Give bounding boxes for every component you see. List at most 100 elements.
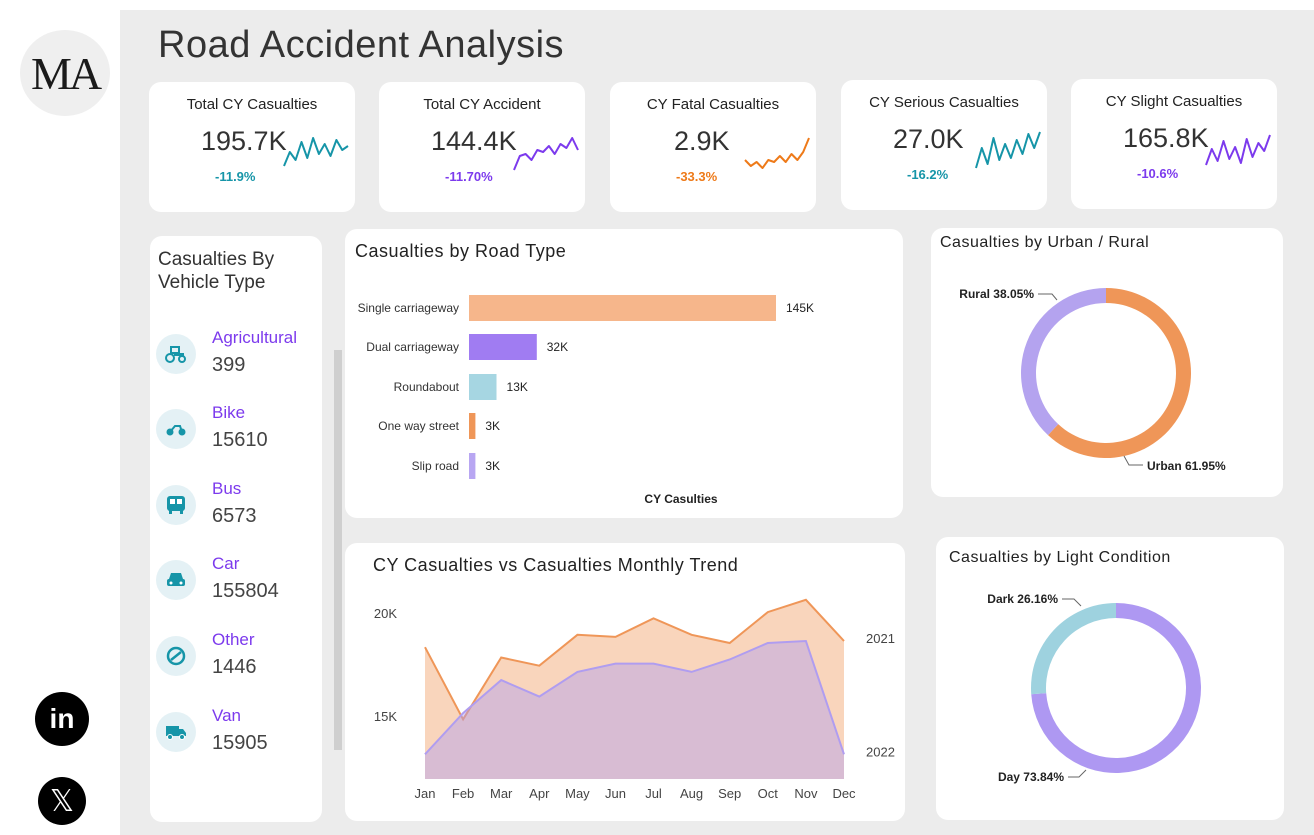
- kpi-sparkline: [744, 137, 810, 169]
- sparkline-line: [1205, 134, 1271, 166]
- vehicle-value: 15610: [212, 429, 268, 451]
- vehicle-list-item: Other 1446: [156, 630, 316, 690]
- kpi-sparkline: [513, 137, 579, 171]
- x-tick-label: Apr: [529, 786, 550, 801]
- bar-data-label: 13K: [507, 380, 528, 394]
- light-condition-card: Casualties by Light Condition Day 73.84%…: [936, 537, 1284, 820]
- bar[interactable]: [469, 334, 537, 360]
- vehicle-list-item: Bus 6573: [156, 479, 316, 539]
- x-tick-label: Oct: [758, 786, 779, 801]
- leader-line: [1068, 769, 1087, 778]
- road-type-chart: Single carriageway 145K Dual carriageway 32…: [358, 295, 814, 506]
- vehicle-type-card: Casualties By Vehicle Type Agricultural 3…: [150, 236, 322, 822]
- x-tick-label: May: [565, 786, 590, 801]
- bar-category-label: Single carriageway: [358, 301, 459, 315]
- bar-data-label: 3K: [485, 459, 500, 473]
- kpi-value: 144.4K: [431, 126, 517, 156]
- series-end-label: 2022: [866, 744, 895, 759]
- x-tick-label: Sep: [718, 786, 741, 801]
- monthly-trend-chart: 2021 2022 15K 20K Jan Feb Mar Apr May Jun Jul Aug Se…: [374, 598, 895, 801]
- bar-category-label: Roundabout: [394, 380, 460, 394]
- kpi-label: CY Fatal Casualties: [646, 96, 780, 113]
- tractor-icon: [156, 334, 196, 374]
- bar[interactable]: [469, 413, 476, 439]
- bar-data-label: 32K: [547, 340, 568, 354]
- vehicle-list-item: Car 155804: [156, 554, 316, 614]
- kpi-card: Total CY Accident 144.4K -11.70%: [379, 82, 585, 212]
- sidebar: MA in 𝕏: [0, 0, 120, 835]
- light-condition-chart: Day 73.84% Dark 26.16%: [987, 592, 1201, 784]
- urban-rural-card: Casualties by Urban / Rural Urban 61.95%…: [931, 228, 1283, 497]
- kpi-sparkline: [975, 131, 1041, 169]
- road-type-card: Casualties by Road Type Single carriagew…: [345, 229, 903, 518]
- y-tick-label: 15K: [374, 709, 397, 724]
- kpi-sparkline: [1205, 134, 1271, 166]
- kpi-label: Total CY Accident: [423, 96, 541, 113]
- kpi-label: CY Serious Casualties: [869, 94, 1019, 111]
- kpi-label: Total CY Casualties: [186, 96, 318, 113]
- leader-line: [1062, 598, 1082, 607]
- kpi-change: -33.3%: [676, 169, 718, 184]
- vehicle-list-item: Agricultural 399: [156, 328, 316, 388]
- bar[interactable]: [469, 453, 476, 479]
- vehicle-value: 1446: [212, 656, 257, 678]
- x-tick-label: Feb: [452, 786, 474, 801]
- kpi-change: -16.2%: [907, 167, 949, 182]
- vehicle-name: Van: [212, 706, 241, 725]
- x-tick-label: Jul: [645, 786, 662, 801]
- bike-icon: [156, 409, 196, 449]
- bar-data-label: 145K: [786, 301, 814, 315]
- kpi-sparkline: [283, 137, 349, 167]
- kpi-label: CY Slight Casualties: [1105, 93, 1243, 110]
- x-twitter-icon[interactable]: 𝕏: [38, 777, 86, 825]
- kpi-value: 2.9K: [674, 126, 730, 156]
- x-tick-label: Jun: [605, 786, 626, 801]
- y-tick-label: 20K: [374, 606, 397, 621]
- slice-data-label: Dark 26.16%: [987, 592, 1058, 606]
- bar[interactable]: [469, 374, 497, 400]
- vehicle-value: 155804: [212, 580, 279, 602]
- x-tick-label: Jan: [415, 786, 436, 801]
- vehicle-scrollbar[interactable]: [334, 350, 342, 750]
- vehicle-name: Car: [212, 554, 240, 573]
- vehicle-value: 15905: [212, 732, 268, 754]
- sparkline-line: [744, 137, 810, 169]
- vehicle-name: Other: [212, 630, 255, 649]
- bar-category-label: Slip road: [412, 459, 459, 473]
- vehicle-name: Agricultural: [212, 328, 298, 347]
- vehicle-list-item: Bike 15610: [156, 403, 316, 463]
- donut-slice[interactable]: [1048, 288, 1191, 458]
- kpi-card: Total CY Casualties 195.7K -11.9%: [149, 82, 355, 212]
- vehicle-value: 399: [212, 354, 246, 376]
- kpi-value: 195.7K: [201, 126, 287, 156]
- logo: MA: [20, 30, 110, 116]
- x-axis-label: CY Casulties: [644, 492, 717, 506]
- x-tick-label: Dec: [832, 786, 856, 801]
- x-tick-label: Mar: [490, 786, 513, 801]
- sparkline-line: [975, 131, 1041, 169]
- vehicle-name: Bike: [212, 403, 246, 422]
- urban-rural-chart: Urban 61.95% Rural 38.05%: [959, 287, 1226, 473]
- leader-line: [1038, 293, 1058, 301]
- x-tick-label: Nov: [794, 786, 818, 801]
- van-icon: [156, 712, 196, 752]
- vehicle-name: Bus: [212, 479, 242, 498]
- vehicle-list-item: Van 15905: [156, 706, 316, 766]
- slice-data-label: Day 73.84%: [998, 770, 1064, 784]
- car-icon: [156, 560, 196, 600]
- donut-slice[interactable]: [1021, 288, 1106, 436]
- slice-data-label: Urban 61.95%: [1147, 459, 1226, 473]
- bus-icon: [156, 485, 196, 525]
- kpi-value: 165.8K: [1123, 123, 1209, 153]
- page-title: Road Accident Analysis: [158, 24, 565, 66]
- kpi-card: CY Fatal Casualties 2.9K -33.3%: [610, 82, 816, 212]
- slice-data-label: Rural 38.05%: [959, 287, 1034, 301]
- logo-text: MA: [30, 47, 102, 99]
- sparkline-line: [283, 137, 349, 167]
- donut-slice[interactable]: [1031, 603, 1116, 695]
- bar[interactable]: [469, 295, 776, 321]
- linkedin-icon[interactable]: in: [35, 692, 89, 746]
- monthly-trend-card: CY Casualties vs Casualties Monthly Tren…: [345, 543, 905, 821]
- sparkline-line: [513, 137, 579, 171]
- kpi-value: 27.0K: [893, 124, 964, 154]
